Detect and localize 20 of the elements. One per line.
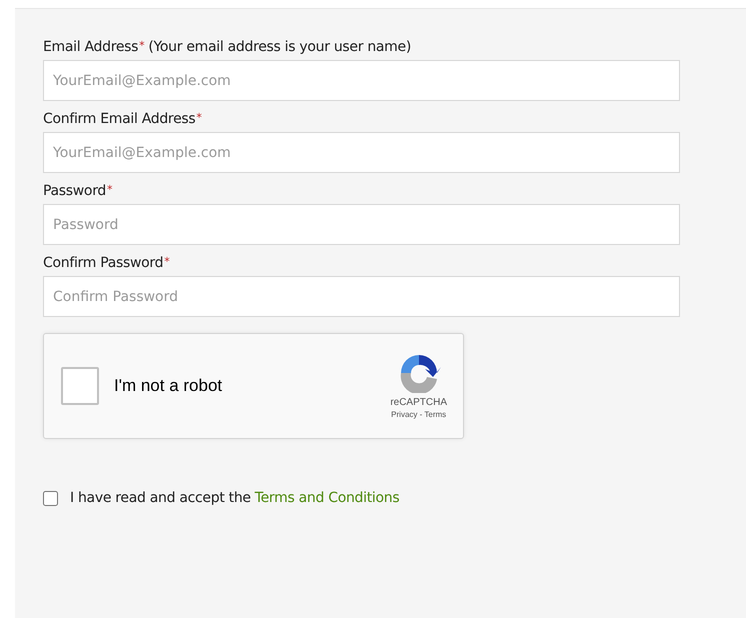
captcha-label: I'm not a robot [114,376,224,396]
terms-text: I have read and accept the [70,490,251,506]
field-label: Password [43,183,106,199]
terms-link[interactable]: Terms and Conditions [254,490,400,506]
captcha-links[interactable]: Privacy - Terms [391,410,446,419]
input-field[interactable]: Confirm Password [43,276,680,317]
input-field[interactable]: Password [43,204,680,245]
field-label: Confirm Email Address [43,111,196,127]
field-label: Email Address [43,39,138,55]
terms-checkbox[interactable] [43,490,58,506]
required-mark: * [196,111,202,124]
input-field[interactable]: YourEmail@Example.com [43,132,680,173]
captcha-brand: reCAPTCHA [390,397,447,408]
field-label: Confirm Password [43,255,164,271]
captcha-checkbox[interactable] [61,367,99,405]
required-mark: * [139,39,144,52]
input-field[interactable]: YourEmail@Example.com [43,60,680,101]
field-note: (Your email address is your user name) [148,39,411,55]
required-mark: * [164,255,170,268]
required-mark: * [107,183,112,196]
